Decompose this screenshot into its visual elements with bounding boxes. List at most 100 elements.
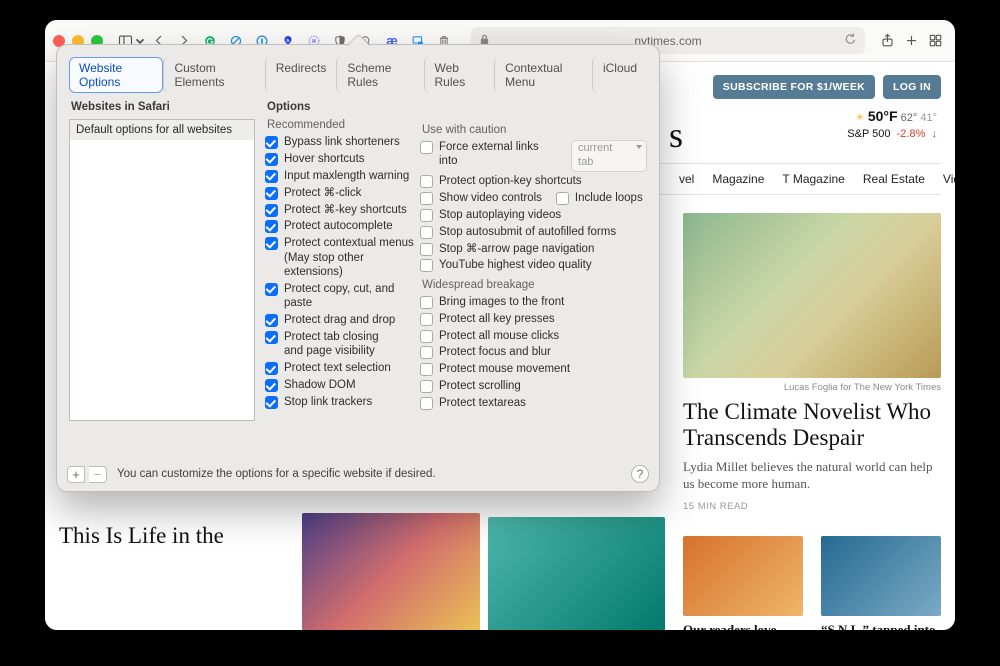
tab-contextual-menu[interactable]: Contextual Menu [494,57,592,93]
option-select[interactable]: current tab [571,140,647,172]
option-checkbox[interactable]: Protect copy, cut, and paste [265,282,420,311]
option-checkbox[interactable]: Stop ⌘-arrow page navigation [420,242,647,256]
remove-website-button[interactable]: − [89,466,107,483]
option-label: Protect copy, cut, and paste [284,282,420,311]
card-title: “S.N.L.” tapped into anxiety about Presi… [821,622,941,630]
hero-mins: 15 MIN READ [683,501,941,512]
option-checkbox[interactable]: Protect focus and blur [420,345,647,359]
story-card[interactable]: Our readers love these 14 easy and cheap… [683,536,803,630]
tab-scheme-rules[interactable]: Scheme Rules [336,57,423,93]
checkbox-icon [265,379,278,392]
hero-image[interactable] [683,213,941,378]
checkbox-icon [420,141,433,154]
checkbox-icon [265,283,278,296]
breakage-options: Bring images to the front Protect all key… [420,295,647,411]
option-checkbox[interactable]: Stop autosubmit of autofilled forms [420,225,647,239]
option-checkbox[interactable]: Shadow DOM [265,378,420,392]
add-website-button[interactable]: + [67,466,85,483]
left-story-title[interactable]: This Is Life in the [59,523,284,549]
option-label: Protect tab closingand page visibility [284,330,379,359]
checkbox-icon [265,331,278,344]
option-checkbox[interactable]: Protect ⌘-click [265,186,420,200]
checkbox-icon [420,243,433,256]
websites-list[interactable]: Default options for all websites [69,119,255,421]
option-checkbox[interactable]: Stop link trackers [265,395,420,409]
checkbox-icon [420,330,433,343]
option-checkbox[interactable]: Protect text selection [265,361,420,375]
option-checkbox[interactable]: Protect ⌘-key shortcuts [265,203,420,217]
checkbox-icon [420,363,433,376]
option-label: Show video controls [439,191,542,205]
thumbnail[interactable] [302,513,479,630]
option-checkbox[interactable]: YouTube highest video quality [420,258,647,272]
checkbox-icon [265,170,278,183]
settings-tabs: Website Options Custom Elements Redirect… [57,45,659,101]
group-recommended: Recommended [267,119,420,131]
card-image [821,536,941,616]
share-button[interactable] [875,29,899,53]
option-checkbox[interactable]: Protect all mouse clicks [420,329,647,343]
option-checkbox[interactable]: Input maxlength warning [265,169,420,183]
safari-window: h ⌘ A æ nytimes.com [45,20,955,630]
option-checkbox[interactable]: Protect option-key shortcuts [420,174,647,188]
help-button[interactable]: ? [631,465,649,483]
tab-overview-button[interactable] [923,29,947,53]
websites-list-default-row[interactable]: Default options for all websites [70,120,254,140]
option-label: Protect option-key shortcuts [439,174,582,188]
option-label: Protect text selection [284,361,391,375]
checkbox-icon [265,314,278,327]
checkbox-icon [420,397,433,410]
login-button[interactable]: LOG IN [883,75,941,99]
nav-item[interactable]: Real Estate [863,172,925,186]
checkbox-icon [265,362,278,375]
nav-item[interactable]: Magazine [712,172,764,186]
option-checkbox[interactable]: Protect scrolling [420,379,647,393]
option-checkbox[interactable]: Bring images to the front [420,295,647,309]
tab-redirects[interactable]: Redirects [265,57,337,93]
tab-icloud[interactable]: iCloud [592,57,647,93]
option-checkbox[interactable]: Protect all key presses [420,312,647,326]
nav-item[interactable]: T Magazine [782,172,844,186]
option-checkbox[interactable]: Force external links intocurrent tab [420,140,647,172]
tab-custom-elements[interactable]: Custom Elements [163,57,264,93]
story-card[interactable]: “S.N.L.” tapped into anxiety about Presi… [821,536,941,630]
weather-hi: 62° [901,112,918,124]
checkbox-icon [265,187,278,200]
option-checkbox[interactable]: Protect tab closingand page visibility [265,330,420,359]
option-checkbox[interactable]: Hover shortcuts [265,152,420,166]
nav-item[interactable]: vel [679,172,694,186]
option-label: YouTube highest video quality [439,258,592,272]
settings-footer: + − You can customize the options for a … [57,459,659,491]
option-label: Include loops [575,191,643,205]
thumbnail[interactable] [488,517,665,630]
index-name: S&P 500 [847,128,890,140]
option-label: Protect all mouse clicks [439,329,559,343]
recommended-options: Bypass link shorteners Hover shortcuts Inp… [265,135,420,409]
option-label: Stop link trackers [284,395,372,409]
nav-item[interactable]: Video [943,172,955,186]
option-label: Protect contextual menus(May stop other … [284,236,420,279]
checkbox-icon [420,192,433,205]
checkbox-icon [420,346,433,359]
option-checkbox[interactable]: Protect textareas [420,396,647,410]
option-checkbox[interactable]: Protect drag and drop [265,313,420,327]
option-checkbox[interactable]: Stop autoplaying videos [420,208,647,222]
tab-web-rules[interactable]: Web Rules [424,57,495,93]
weather-lo: 41° [920,112,937,124]
option-label: Protect textareas [439,396,526,410]
card-title: Our readers love these 14 easy and cheap… [683,622,803,630]
tab-website-options[interactable]: Website Options [69,57,163,93]
option-checkbox[interactable]: Protect mouse movement [420,362,647,376]
footer-hint: You can customize the options for a spec… [117,468,436,480]
hero-title[interactable]: The Climate Novelist Who Transcends Desp… [683,399,941,452]
weather-widget[interactable]: ☀ 50°F 62° 41° S&P 500 -2.8% ↓ [847,108,937,140]
option-checkbox[interactable]: Show video controls Include loops [420,191,647,205]
checkbox-icon [265,396,278,409]
option-checkbox[interactable]: Protect autocomplete [265,219,420,233]
option-checkbox[interactable]: Protect contextual menus(May stop other … [265,236,420,279]
new-tab-button[interactable] [899,29,923,53]
option-checkbox[interactable]: Bypass link shorteners [265,135,420,149]
option-label: Bring images to the front [439,295,564,309]
subscribe-button[interactable]: SUBSCRIBE FOR $1/WEEK [713,75,875,99]
checkbox-icon [556,192,569,205]
